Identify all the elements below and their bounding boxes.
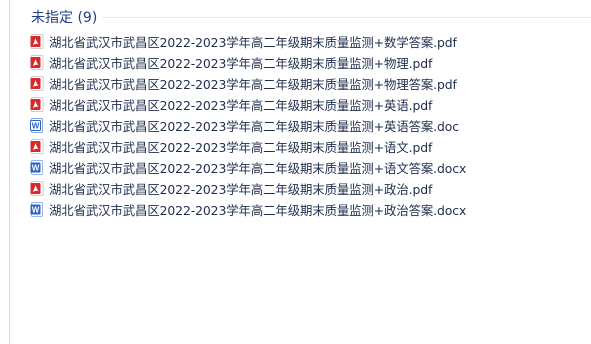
file-item[interactable]: W 湖北省武汉市武昌区2022-2023学年高二年级期末质量监测+语文答案.do…: [30, 157, 591, 178]
group-header[interactable]: 未指定 (9): [31, 7, 591, 27]
docx-icon: W: [30, 202, 44, 217]
left-gutter: [0, 0, 10, 344]
pdf-icon: [30, 181, 44, 196]
file-item[interactable]: 湖北省武汉市武昌区2022-2023学年高二年级期末质量监测+政治.pdf: [30, 178, 591, 199]
file-name: 湖北省武汉市武昌区2022-2023学年高二年级期末质量监测+英语答案.doc: [49, 118, 459, 134]
file-item[interactable]: 湖北省武汉市武昌区2022-2023学年高二年级期末质量监测+语文.pdf: [30, 136, 591, 157]
pdf-icon: [30, 34, 44, 49]
pdf-icon: [30, 97, 44, 112]
group-title[interactable]: 未指定 (9): [31, 7, 97, 27]
file-name: 湖北省武汉市武昌区2022-2023学年高二年级期末质量监测+语文.pdf: [49, 139, 433, 155]
svg-text:W: W: [32, 164, 40, 173]
file-name: 湖北省武汉市武昌区2022-2023学年高二年级期末质量监测+数学答案.pdf: [49, 34, 457, 50]
file-item[interactable]: 湖北省武汉市武昌区2022-2023学年高二年级期末质量监测+物理答案.pdf: [30, 73, 591, 94]
file-name: 湖北省武汉市武昌区2022-2023学年高二年级期末质量监测+政治.pdf: [49, 181, 433, 197]
docx-icon: W: [30, 160, 44, 175]
svg-text:W: W: [32, 206, 40, 215]
pdf-icon: [30, 76, 44, 91]
svg-text:W: W: [32, 122, 40, 131]
file-name: 湖北省武汉市武昌区2022-2023学年高二年级期末质量监测+物理.pdf: [49, 55, 433, 71]
file-item[interactable]: W 湖北省武汉市武昌区2022-2023学年高二年级期末质量监测+政治答案.do…: [30, 199, 591, 220]
file-item[interactable]: W 湖北省武汉市武昌区2022-2023学年高二年级期末质量监测+英语答案.do…: [30, 115, 591, 136]
file-group-content: 未指定 (9) 湖北省武汉市武昌区2022-2023学年高二年级期末质量监测+数…: [10, 0, 591, 344]
file-name: 湖北省武汉市武昌区2022-2023学年高二年级期末质量监测+语文答案.docx: [49, 160, 467, 176]
file-item[interactable]: 湖北省武汉市武昌区2022-2023学年高二年级期末质量监测+英语.pdf: [30, 94, 591, 115]
file-name: 湖北省武汉市武昌区2022-2023学年高二年级期末质量监测+政治答案.docx: [49, 202, 467, 218]
pdf-icon: [30, 55, 44, 70]
file-name: 湖北省武汉市武昌区2022-2023学年高二年级期末质量监测+英语.pdf: [49, 97, 433, 113]
file-item[interactable]: 湖北省武汉市武昌区2022-2023学年高二年级期末质量监测+数学答案.pdf: [30, 31, 591, 52]
file-list: 湖北省武汉市武昌区2022-2023学年高二年级期末质量监测+数学答案.pdf …: [30, 31, 591, 220]
pdf-icon: [30, 139, 44, 154]
group-divider: [103, 17, 591, 18]
doc-icon: W: [30, 118, 44, 133]
file-name: 湖北省武汉市武昌区2022-2023学年高二年级期末质量监测+物理答案.pdf: [49, 76, 457, 92]
file-item[interactable]: 湖北省武汉市武昌区2022-2023学年高二年级期末质量监测+物理.pdf: [30, 52, 591, 73]
